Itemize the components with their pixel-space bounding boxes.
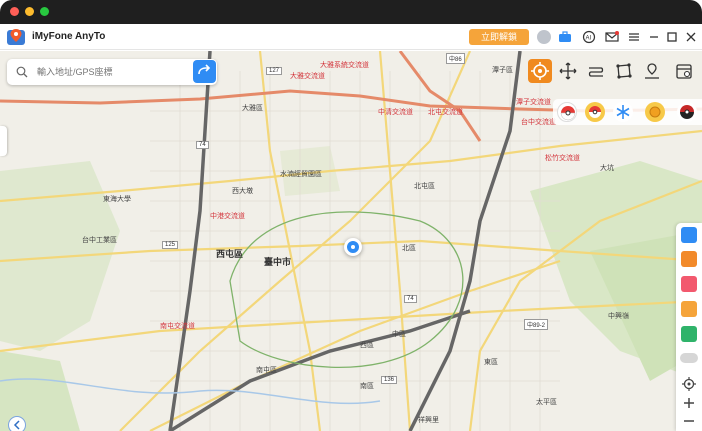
- road-shield: 中89-2: [524, 319, 549, 330]
- map-label: 北區: [402, 245, 416, 252]
- map-label: 潭子交流道: [516, 99, 551, 106]
- two-spot-mode-icon: [588, 67, 604, 77]
- left-panel-toggle[interactable]: [0, 126, 7, 156]
- mail-icon[interactable]: [605, 30, 619, 44]
- map-label: 大雅系統交流道: [320, 62, 369, 69]
- two-spot-mode-button[interactable]: [584, 59, 608, 83]
- device-icon[interactable]: [681, 227, 697, 243]
- map-label: 中興嶺: [608, 313, 629, 320]
- map-label: 太平區: [536, 399, 557, 406]
- teleport-mode-icon: [531, 62, 549, 80]
- chevron-left-icon: [13, 420, 20, 430]
- map-label: 西區: [360, 342, 374, 349]
- app-header: iMyFone AnyTo 立即解鎖 AI: [0, 24, 702, 50]
- map-label: 大雅區: [242, 105, 263, 112]
- map-label: 台中交流道: [521, 119, 556, 126]
- road-shield: 136: [381, 376, 398, 384]
- map-label: 祥興里: [418, 417, 439, 424]
- jump-teleport-button[interactable]: [640, 59, 664, 83]
- search-bar: [7, 59, 217, 85]
- search-icon: [16, 66, 28, 78]
- road-shield: 127: [266, 67, 283, 75]
- window-titlebar: [0, 0, 702, 24]
- map-label: 西大墩: [232, 188, 253, 195]
- minimize-icon[interactable]: [647, 30, 661, 44]
- zoom-in-icon[interactable]: [681, 395, 697, 411]
- joystick-mode-button[interactable]: [556, 59, 580, 83]
- window-close-dot[interactable]: [10, 7, 19, 16]
- jump-teleport-icon: [645, 63, 659, 79]
- map-label: 南區: [360, 383, 374, 390]
- map-label: 臺中市: [264, 257, 292, 267]
- locate-icon[interactable]: [681, 376, 697, 392]
- pokeball-dark-icon[interactable]: [677, 102, 697, 122]
- map-label: 中清交流道: [378, 109, 413, 116]
- map-label: 松竹交流道: [545, 155, 580, 162]
- window-minimize-dot[interactable]: [25, 7, 34, 16]
- road-shield: 74: [196, 141, 209, 149]
- map-label: 東區: [484, 359, 498, 366]
- menu-icon[interactable]: [627, 30, 641, 44]
- send-icon[interactable]: [681, 326, 697, 342]
- history-icon: [676, 64, 692, 79]
- window-zoom-dot[interactable]: [40, 7, 49, 16]
- folder-plus-icon[interactable]: [681, 301, 697, 317]
- close-icon[interactable]: [684, 30, 698, 44]
- pokeball-svip-icon[interactable]: [585, 102, 605, 122]
- search-input[interactable]: [37, 64, 187, 80]
- multi-spot-mode-icon: [616, 63, 632, 79]
- shirt-icon[interactable]: [681, 276, 697, 292]
- app-title: iMyFone AnyTo: [32, 31, 106, 42]
- map-label: 台中工業區: [82, 237, 117, 244]
- pokeball-icon[interactable]: [557, 102, 577, 122]
- joystick-mode-icon: [559, 62, 577, 80]
- toggle-icon[interactable]: [680, 353, 698, 363]
- road-shield: 125: [162, 241, 179, 249]
- map-label: 北屯交流道: [428, 109, 463, 116]
- location-pin[interactable]: [344, 238, 362, 256]
- map-label: 潭子區: [492, 67, 513, 74]
- back-button[interactable]: [8, 416, 26, 431]
- map-label: 中港交流道: [210, 213, 245, 220]
- gift-icon[interactable]: [681, 251, 697, 267]
- zoom-out-icon[interactable]: [681, 413, 697, 429]
- road-shield: 74: [404, 295, 417, 303]
- road-shield: 中86: [446, 53, 465, 64]
- ai-assistant-icon[interactable]: AI: [582, 30, 596, 44]
- map-label: 南屯區: [256, 367, 277, 374]
- snowflake-icon[interactable]: [613, 102, 633, 122]
- coin-icon[interactable]: [645, 102, 665, 122]
- map-label: 西屯區: [216, 249, 244, 259]
- right-tool-panel: [676, 223, 702, 431]
- unlock-button[interactable]: 立即解鎖: [469, 29, 529, 45]
- mode-toolbar: [526, 59, 702, 85]
- map-label: 南屯交流道: [160, 323, 195, 330]
- map-label: 東海大學: [103, 196, 131, 203]
- redirect-arrow-icon: [198, 64, 211, 75]
- map-label: 水湳經貿園區: [280, 171, 322, 178]
- history-button[interactable]: [672, 59, 696, 83]
- teleport-mode-button[interactable]: [528, 59, 552, 83]
- multi-spot-mode-button[interactable]: [612, 59, 636, 83]
- map-label: 北屯區: [414, 183, 435, 190]
- map-label: 中區: [392, 331, 406, 338]
- svg-text:AI: AI: [586, 36, 592, 42]
- map-label: 大雅交流道: [290, 73, 325, 80]
- map-label: 大坑: [600, 165, 614, 172]
- avatar[interactable]: [537, 30, 551, 44]
- maximize-icon[interactable]: [665, 30, 679, 44]
- toolbox-icon[interactable]: [558, 30, 572, 44]
- app-logo-icon: [7, 29, 25, 45]
- search-go-button[interactable]: [193, 60, 216, 83]
- game-mode-bar: [553, 99, 702, 125]
